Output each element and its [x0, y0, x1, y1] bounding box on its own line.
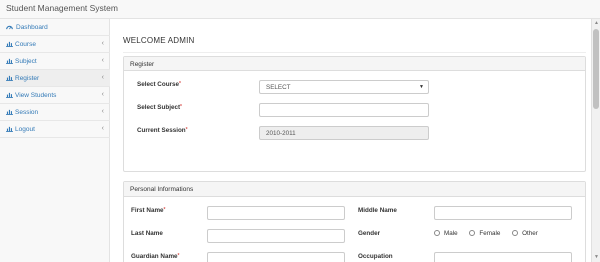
scrollbar-thumb[interactable] [593, 29, 599, 109]
sidebar: Dashboard Course ‹ Subject ‹ Register ‹ … [0, 19, 110, 262]
chevron-left-icon: ‹ [101, 108, 104, 115]
occupation-input[interactable] [434, 252, 572, 262]
panel-heading: Register [124, 57, 585, 71]
chevron-left-icon: ‹ [101, 91, 104, 98]
caret-down-icon: ▼ [419, 84, 424, 90]
scroll-down-icon[interactable]: ▼ [594, 254, 599, 260]
scroll-up-icon[interactable]: ▲ [594, 20, 599, 26]
panel-heading: Personal Informations [124, 182, 585, 197]
radio-icon [434, 230, 440, 236]
sidebar-item-view-students[interactable]: View Students ‹ [0, 87, 110, 104]
chevron-left-icon: ‹ [101, 40, 104, 47]
sidebar-item-label: Logout [15, 126, 35, 133]
first-name-input[interactable] [207, 206, 345, 220]
chevron-left-icon: ‹ [101, 125, 104, 132]
title-divider [123, 52, 586, 53]
last-name-input[interactable] [207, 229, 345, 243]
select-subject-label: Select Subject* [137, 104, 182, 111]
register-panel: Register Select Course* SELECT ▼ Select … [123, 56, 586, 172]
chevron-left-icon: ‹ [101, 74, 104, 81]
chevron-left-icon: ‹ [101, 57, 104, 64]
current-session-field: 2010-2011 [259, 126, 429, 140]
occupation-label: Occupation [358, 253, 393, 260]
sidebar-item-label: Session [15, 109, 39, 116]
sidebar-item-dashboard[interactable]: Dashboard [0, 19, 110, 36]
subject-input[interactable] [259, 103, 429, 117]
required-mark: * [185, 127, 188, 133]
required-mark: * [177, 253, 180, 259]
select-course-label: Select Course* [137, 81, 181, 88]
guardian-name-input[interactable] [207, 252, 345, 262]
required-mark: * [179, 81, 181, 87]
gender-option-male[interactable]: Male [434, 230, 458, 237]
bar-chart-icon [6, 58, 13, 64]
vertical-scrollbar[interactable]: ▲ ▼ [591, 19, 600, 262]
sidebar-item-label: Course [15, 41, 36, 48]
bar-chart-icon [6, 126, 13, 132]
app-title[interactable]: Student Management System [6, 3, 118, 13]
gender-label: Gender [358, 230, 381, 237]
gender-option-other[interactable]: Other [512, 230, 538, 237]
bar-chart-icon [6, 92, 13, 98]
guardian-name-label: Guardian Name* [131, 253, 180, 260]
required-mark: * [163, 207, 166, 213]
radio-icon [469, 230, 476, 236]
bar-chart-icon [6, 41, 13, 47]
first-name-label: First Name* [131, 207, 166, 214]
dashboard-icon [6, 25, 13, 30]
middle-name-label: Middle Name [358, 207, 397, 214]
bar-chart-icon [6, 75, 13, 81]
sidebar-item-session[interactable]: Session ‹ [0, 104, 110, 121]
radio-icon [512, 230, 519, 236]
last-name-label: Last Name [131, 230, 163, 237]
personal-info-panel: Personal Informations First Name* Middle… [123, 181, 586, 262]
gender-radio-group: Male Female Other [434, 230, 548, 237]
page-title: WELCOME ADMIN [123, 36, 195, 45]
sidebar-item-register[interactable]: Register ‹ [0, 70, 110, 87]
main-content: WELCOME ADMIN Register Select Course* SE… [111, 19, 591, 262]
sidebar-item-subject[interactable]: Subject ‹ [0, 53, 110, 70]
top-navbar: Student Management System [0, 0, 600, 19]
required-mark: * [180, 104, 182, 110]
sidebar-item-logout[interactable]: Logout ‹ [0, 121, 110, 138]
sidebar-item-label: View Students [15, 92, 57, 99]
sidebar-item-course[interactable]: Course ‹ [0, 36, 110, 53]
course-select[interactable]: SELECT ▼ [259, 80, 429, 94]
middle-name-input[interactable] [434, 206, 572, 220]
sidebar-item-label: Register [15, 75, 40, 82]
bar-chart-icon [6, 109, 13, 115]
gender-option-female[interactable]: Female [469, 230, 500, 237]
sidebar-item-label: Dashboard [16, 24, 48, 31]
current-session-label: Current Session* [137, 127, 188, 134]
sidebar-item-label: Subject [15, 58, 37, 65]
